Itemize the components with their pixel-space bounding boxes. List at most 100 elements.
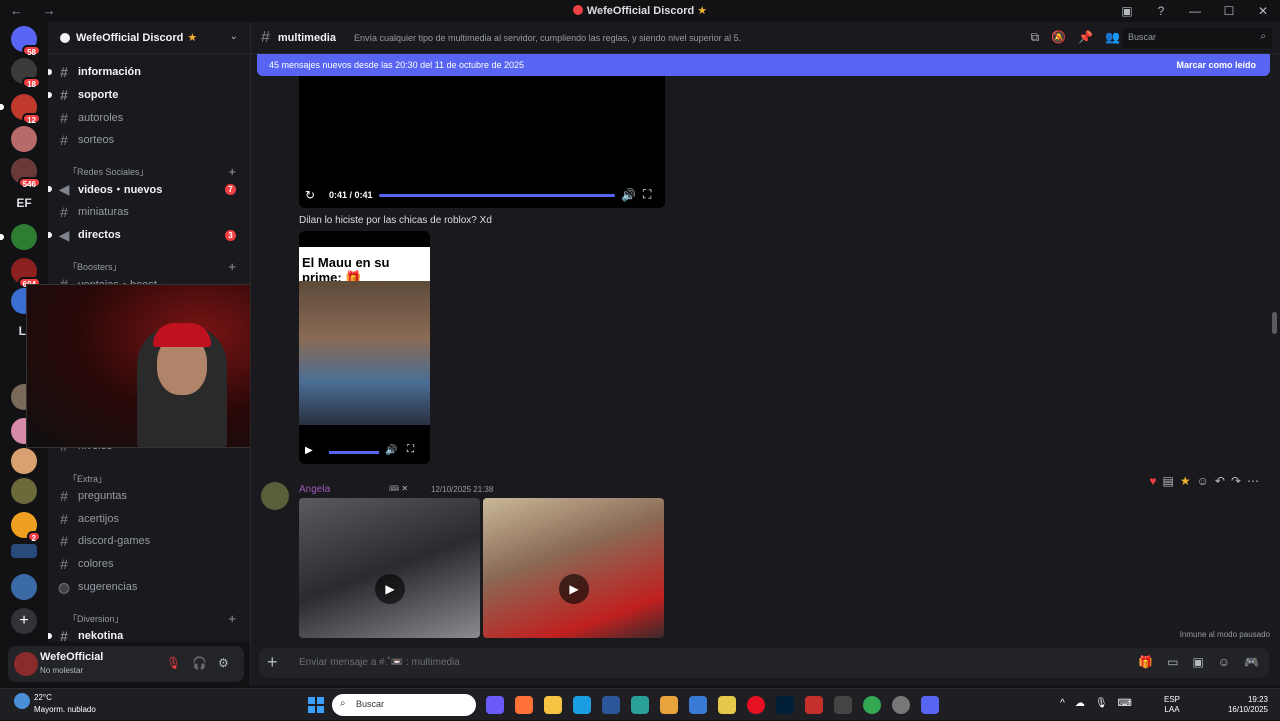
category-boosters[interactable]: 「Boosters」 +: [56, 259, 246, 274]
video-player[interactable]: ↻ 0:41 / 0:41 🔊 ⛶: [299, 76, 665, 208]
attach-icon[interactable]: +: [267, 652, 278, 673]
clock[interactable]: 19:23 16/10/2025: [1228, 695, 1268, 715]
weather-widget[interactable]: 22°C Mayorm. nublado: [14, 693, 96, 714]
home-button[interactable]: 58: [11, 26, 41, 57]
channel-sorteos[interactable]: # sorteos: [56, 130, 246, 150]
add-channel-icon[interactable]: +: [228, 611, 236, 626]
video-thumbnail[interactable]: ▶: [483, 498, 664, 638]
user-panel[interactable]: WefeOfficial No molestar 🎙 🎧 ⚙: [8, 646, 244, 682]
headphones-icon[interactable]: 🎧: [192, 656, 207, 670]
threads-icon[interactable]: ⧉: [1031, 30, 1040, 45]
language-indicator[interactable]: ESP LAA: [1164, 695, 1180, 715]
more-icon[interactable]: ⋯: [1247, 474, 1259, 488]
server-header[interactable]: WefeOfficial Discord ★ ⌄: [48, 22, 250, 54]
app-icon[interactable]: [689, 696, 707, 714]
gear-icon[interactable]: ⚙: [218, 656, 229, 670]
channel-directos[interactable]: ◀ directos 3: [48, 225, 246, 245]
channel-soporte[interactable]: # soporte: [48, 85, 246, 105]
react-icon[interactable]: ▤: [1163, 474, 1174, 488]
server-icon[interactable]: [11, 478, 37, 504]
channel-colores[interactable]: # colores: [56, 554, 246, 574]
server-icon[interactable]: 604: [11, 258, 41, 289]
photoshop-icon[interactable]: [776, 696, 794, 714]
channel-informacion[interactable]: # información: [48, 62, 246, 82]
scrollbar[interactable]: [1272, 312, 1277, 334]
server-icon[interactable]: [11, 574, 37, 600]
gift-icon[interactable]: 🎁: [1138, 655, 1153, 669]
channel-acertijos[interactable]: # acertijos: [56, 509, 246, 529]
reply-icon[interactable]: ↶: [1215, 474, 1225, 488]
channel-topic[interactable]: Envía cualquier tipo de multimedia al se…: [354, 33, 741, 43]
volume-icon[interactable]: 🔊: [385, 445, 397, 456]
forward-icon[interactable]: ↷: [1231, 474, 1241, 488]
channel-preguntas[interactable]: # preguntas: [56, 486, 246, 506]
taskbar-search[interactable]: ⌕ Buscar: [332, 694, 476, 716]
app-icon[interactable]: [892, 696, 910, 714]
server-icon[interactable]: [11, 448, 37, 474]
server-initials[interactable]: EF: [0, 196, 48, 210]
gif-icon[interactable]: ▭: [1167, 655, 1178, 669]
firefox-icon[interactable]: [515, 696, 533, 714]
server-icon[interactable]: 18: [11, 58, 41, 89]
app-icon[interactable]: [660, 696, 678, 714]
app-icon[interactable]: [631, 696, 649, 714]
category-extra[interactable]: 「Extra」: [56, 472, 246, 485]
fullscreen-icon[interactable]: ⛶: [407, 444, 414, 455]
play-icon[interactable]: ▶: [375, 574, 405, 604]
heart-react-icon[interactable]: ♥: [1149, 474, 1156, 488]
channel-sugerencias[interactable]: ◍ sugerencias: [56, 577, 246, 597]
app-icon[interactable]: [718, 696, 736, 714]
channel-miniaturas[interactable]: # miniaturas: [56, 202, 246, 222]
message-composer[interactable]: + Enviar mensaje a #.˚📼 : multimedia 🎁 ▭…: [259, 648, 1269, 678]
fullscreen-icon[interactable]: ⛶: [643, 187, 651, 202]
play-icon[interactable]: ▶: [559, 574, 589, 604]
add-channel-icon[interactable]: +: [228, 259, 236, 274]
emoji-icon[interactable]: ☺: [1218, 655, 1230, 669]
avatar[interactable]: [261, 482, 289, 510]
edge-icon[interactable]: [573, 696, 591, 714]
tray-icons[interactable]: ^☁🎙⌨: [1060, 698, 1142, 709]
server-icon[interactable]: 2: [11, 512, 41, 543]
sticker-icon[interactable]: ▣: [1192, 655, 1203, 669]
volume-icon[interactable]: 🔊: [621, 188, 636, 202]
add-server-icon[interactable]: +: [11, 608, 37, 634]
minimize-button[interactable]: —: [1178, 4, 1212, 18]
server-icon[interactable]: [11, 126, 37, 152]
add-reaction-icon[interactable]: ☺: [1197, 474, 1209, 488]
channel-autoroles[interactable]: # autoroles: [56, 108, 246, 128]
copilot-icon[interactable]: [486, 696, 504, 714]
inbox-icon[interactable]: ▣: [1110, 4, 1144, 18]
category-redes-sociales[interactable]: 「Redes Sociales」 +: [56, 164, 246, 179]
app-icon[interactable]: [805, 696, 823, 714]
gif-player[interactable]: El Mauu en su prime: 🎁 ▶ 🔊 ⛶: [299, 231, 430, 464]
start-button[interactable]: [308, 697, 324, 713]
server-icon[interactable]: [0, 224, 37, 250]
chevron-down-icon[interactable]: ⌄: [230, 31, 238, 42]
search-input[interactable]: Buscar ⌕: [1122, 28, 1272, 48]
pin-icon[interactable]: 📌: [1078, 30, 1093, 45]
opera-icon[interactable]: [747, 696, 765, 714]
server-icon[interactable]: 12: [0, 94, 41, 125]
mute-icon[interactable]: 🎙: [166, 656, 181, 670]
notification-mute-icon[interactable]: 🔕: [1051, 30, 1066, 45]
members-icon[interactable]: 👥: [1105, 30, 1120, 45]
video-thumbnail[interactable]: ▶: [299, 498, 480, 638]
apps-icon[interactable]: 🎮: [1244, 655, 1259, 669]
avatar[interactable]: [14, 652, 38, 676]
discord-icon[interactable]: [921, 696, 939, 714]
gif-progress[interactable]: [329, 451, 379, 454]
play-icon[interactable]: ▶: [305, 445, 313, 456]
file-explorer-icon[interactable]: [544, 696, 562, 714]
help-icon[interactable]: ?: [1144, 4, 1178, 18]
maximize-button[interactable]: ☐: [1212, 4, 1246, 18]
video-progress[interactable]: [379, 194, 615, 197]
star-react-icon[interactable]: ★: [1180, 474, 1191, 488]
mark-read-button[interactable]: Marcar como leído: [1176, 60, 1256, 70]
category-diversion[interactable]: 「Diversion」 +: [56, 611, 246, 626]
server-icon[interactable]: [11, 544, 37, 558]
add-channel-icon[interactable]: +: [228, 164, 236, 179]
channel-videos-nuevos[interactable]: ◀ videos・nuevos 7: [48, 179, 246, 199]
server-icon[interactable]: 546: [11, 158, 41, 189]
word-icon[interactable]: [602, 696, 620, 714]
app-icon[interactable]: [834, 696, 852, 714]
